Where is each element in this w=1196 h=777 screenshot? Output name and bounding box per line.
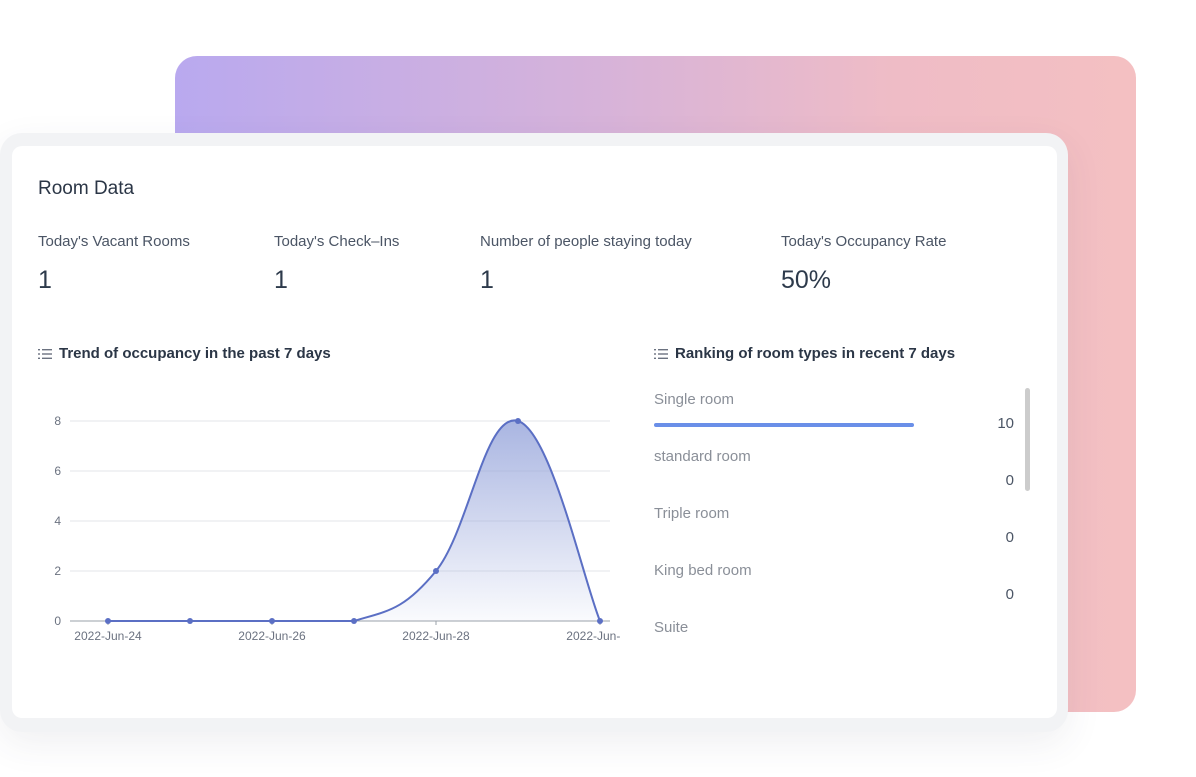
data-point-2022-Jun-30 — [597, 618, 603, 624]
stat-label-check-ins: Today's Check–Ins — [274, 233, 400, 250]
ranking-heading-text: Ranking of room types in recent 7 days — [675, 345, 956, 362]
rank-value-triple-room: 0 — [1005, 529, 1014, 546]
data-point-2022-Jun-26 — [269, 618, 275, 624]
x-tick-label: 2022-Jun-24 — [74, 629, 142, 643]
rank-bar-track-single-room — [654, 423, 914, 427]
stat-value-check-ins: 1 — [274, 266, 288, 294]
rank-label-suite: Suite — [654, 619, 689, 636]
data-point-2022-Jun-24 — [105, 618, 111, 624]
rank-label-king-bed-room: King bed room — [654, 562, 752, 579]
stat-value-vacant-rooms: 1 — [38, 266, 52, 294]
rank-value-single-room: 10 — [997, 415, 1014, 432]
ranking-section-heading: Ranking of room types in recent 7 days — [654, 345, 955, 362]
y-tick-label: 8 — [54, 414, 61, 428]
stat-label-vacant-rooms: Today's Vacant Rooms — [38, 233, 190, 250]
x-tick-label: 2022-Jun-30 — [566, 629, 620, 643]
y-tick-label: 2 — [54, 564, 61, 578]
data-point-2022-Jun-29 — [515, 418, 521, 424]
stat-label-occupancy-rate: Today's Occupancy Rate — [781, 233, 947, 250]
occupancy-trend-chart: 0 2 4 6 8 2022-Jun-24 2022-Jun-26 2022-Jun-28 20… — [54, 414, 620, 643]
x-tick-label: 2022-Jun-26 — [238, 629, 306, 643]
rank-value-standard-room: 0 — [1005, 472, 1014, 489]
y-tick-label: 0 — [54, 614, 61, 628]
y-tick-label: 6 — [54, 464, 61, 478]
stat-value-people-staying: 1 — [480, 266, 494, 294]
y-tick-label: 4 — [54, 514, 61, 528]
list-icon — [38, 348, 52, 359]
data-point-2022-Jun-27 — [351, 618, 357, 624]
x-tick-label: 2022-Jun-28 — [402, 629, 470, 643]
list-icon — [654, 348, 668, 359]
rank-bar-single-room — [654, 423, 914, 427]
data-point-2022-Jun-28 — [433, 568, 439, 574]
data-point-2022-Jun-25 — [187, 618, 193, 624]
stat-value-occupancy-rate: 50% — [781, 266, 832, 294]
rank-label-triple-room: Triple room — [654, 505, 730, 522]
panel-title: Room Data — [38, 178, 135, 199]
rank-value-king-bed-room: 0 — [1005, 586, 1014, 603]
rank-label-standard-room: standard room — [654, 448, 751, 465]
rank-label-single-room: Single room — [654, 391, 735, 408]
ranking-scrollbar[interactable] — [1025, 388, 1030, 491]
trend-heading-text: Trend of occupancy in the past 7 days — [59, 345, 331, 362]
stat-label-people-staying: Number of people staying today — [480, 233, 692, 250]
trend-section-heading: Trend of occupancy in the past 7 days — [38, 345, 331, 362]
